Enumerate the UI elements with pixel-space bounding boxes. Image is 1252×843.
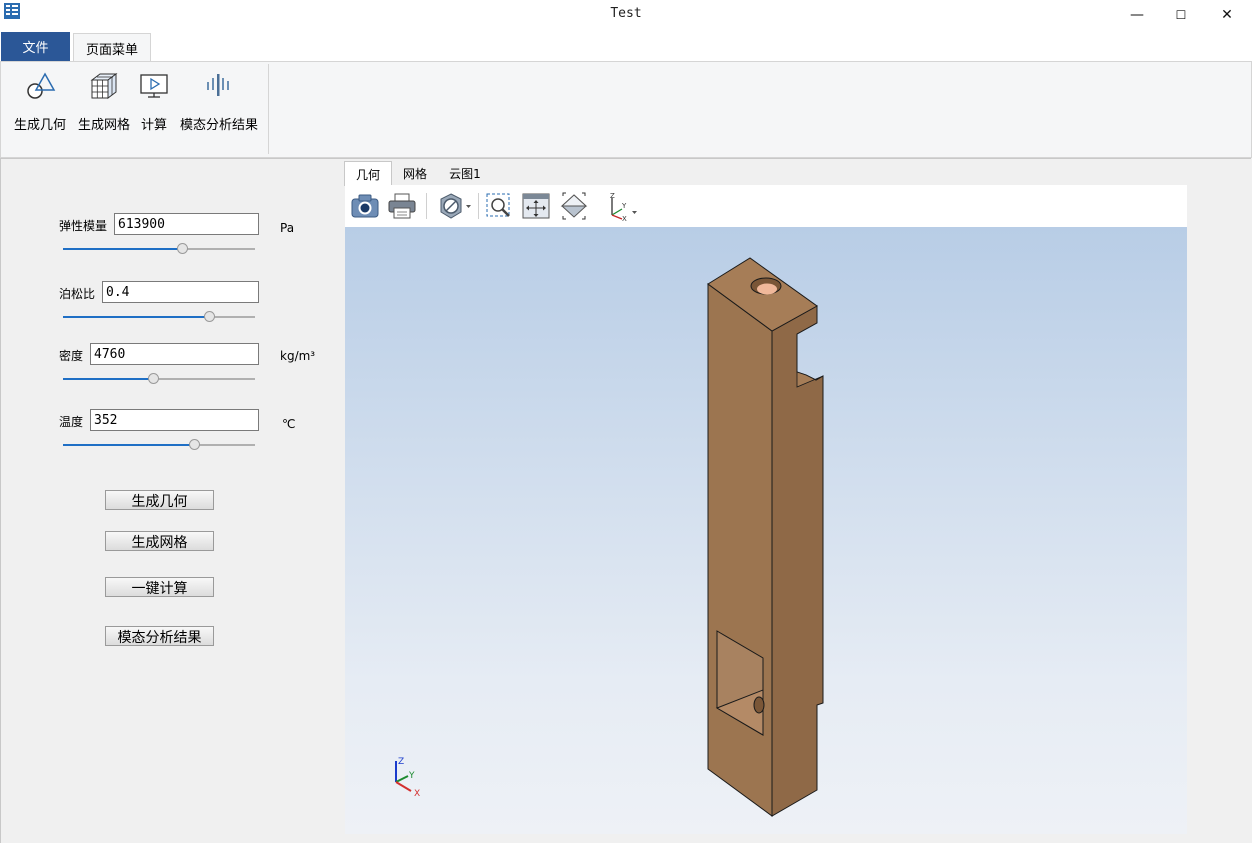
print-button[interactable] <box>386 191 418 221</box>
display-mode-icon <box>440 193 471 219</box>
param-label-density: 密度 <box>59 349 84 363</box>
svg-text:Z: Z <box>610 192 615 200</box>
axis-z-label: Z <box>398 757 404 767</box>
close-button[interactable]: ✕ <box>1204 0 1250 30</box>
axis-x-label: X <box>414 789 420 799</box>
toolbar-separator <box>478 193 479 219</box>
slider-thumb[interactable] <box>189 439 200 450</box>
svg-text:X: X <box>622 215 627 221</box>
zoom-box-button[interactable] <box>483 191 515 221</box>
density-slider[interactable] <box>63 373 255 385</box>
display-mode-button[interactable] <box>436 191 474 221</box>
ribbon-separator <box>268 64 269 154</box>
param-label-temperature: 温度 <box>59 415 84 429</box>
title-bar: Test — ☐ ✕ <box>0 0 1252 30</box>
viewer-tab-geometry[interactable]: 几何 <box>344 161 392 186</box>
temperature-input[interactable] <box>90 409 259 431</box>
ribbon-panel: 生成几何 生成网格 计算 模态分析结果 <box>0 61 1252 158</box>
toolbar-separator <box>426 193 427 219</box>
slider-thumb[interactable] <box>148 373 159 384</box>
fit-all-button[interactable] <box>520 191 552 221</box>
axis-orientation-icon: Z Y X <box>610 192 637 221</box>
ribbon-modal-results[interactable]: 模态分析结果 <box>178 62 260 157</box>
slider-fill <box>63 316 209 318</box>
minimize-button[interactable]: — <box>1114 0 1160 30</box>
mesh-icon <box>90 73 118 99</box>
slider-fill <box>63 248 182 250</box>
modal-results-button[interactable]: 模态分析结果 <box>105 626 214 646</box>
slider-thumb[interactable] <box>177 243 188 254</box>
compute-icon <box>140 74 168 98</box>
3d-model: Z Y X <box>395 257 824 817</box>
svg-text:Y: Y <box>621 202 627 210</box>
3d-viewport[interactable]: Z Y X <box>345 227 1187 834</box>
axis-y-label: Y <box>408 771 415 781</box>
fit-all-icon <box>522 193 550 219</box>
view-cube-button[interactable] <box>558 191 590 221</box>
modal-analysis-icon <box>207 74 229 96</box>
zoom-box-icon <box>486 193 510 217</box>
one-click-compute-button[interactable]: 一键计算 <box>105 577 214 597</box>
gen-mesh-button[interactable]: 生成网格 <box>105 531 214 551</box>
density-input[interactable] <box>90 343 259 365</box>
poisson-ratio-slider[interactable] <box>63 311 255 323</box>
ribbon-modal-results-label: 模态分析结果 <box>179 118 258 133</box>
param-label-elastic-modulus: 弹性模量 <box>59 219 108 233</box>
elastic-modulus-input[interactable] <box>114 213 259 235</box>
slider-thumb[interactable] <box>204 311 215 322</box>
viewer-tabs: 几何 网格 云图1 <box>344 161 1187 186</box>
temperature-slider[interactable] <box>63 439 255 451</box>
gen-geometry-button[interactable]: 生成几何 <box>105 490 214 510</box>
ribbon-compute[interactable]: 计算 <box>137 62 171 157</box>
ribbon-gen-geometry[interactable]: 生成几何 <box>10 62 70 157</box>
maximize-button[interactable]: ☐ <box>1158 0 1204 30</box>
unit-temperature: ℃ <box>282 417 296 431</box>
unit-density: kg/m³ <box>280 349 316 363</box>
poisson-ratio-input[interactable] <box>102 281 259 303</box>
ribbon-gen-geometry-label: 生成几何 <box>13 118 66 133</box>
ribbon-tabs: 文件 页面菜单 <box>0 30 1252 62</box>
window-title: Test <box>610 6 642 21</box>
geometry-icon <box>27 72 56 99</box>
print-icon <box>388 193 416 219</box>
slider-fill <box>63 378 153 380</box>
slider-fill <box>63 444 194 446</box>
viewer-toolbar: Z Y X <box>345 185 1187 227</box>
axis-orientation-button[interactable]: Z Y X <box>602 191 640 221</box>
view-cube-icon <box>560 192 588 220</box>
elastic-modulus-slider[interactable] <box>63 243 255 255</box>
tab-page-menu[interactable]: 页面菜单 <box>73 33 151 62</box>
screenshot-button[interactable] <box>349 191 381 221</box>
param-label-poisson-ratio: 泊松比 <box>59 287 96 301</box>
tab-file[interactable]: 文件 <box>1 32 70 61</box>
camera-icon <box>351 194 379 218</box>
ribbon-gen-mesh-label: 生成网格 <box>77 118 130 133</box>
viewer-tab-mesh[interactable]: 网格 <box>392 161 438 185</box>
unit-elastic-modulus: Pa <box>280 221 295 235</box>
ribbon-compute-label: 计算 <box>140 118 167 133</box>
viewer-tab-contour[interactable]: 云图1 <box>442 161 488 185</box>
ribbon-gen-mesh[interactable]: 生成网格 <box>74 62 134 157</box>
